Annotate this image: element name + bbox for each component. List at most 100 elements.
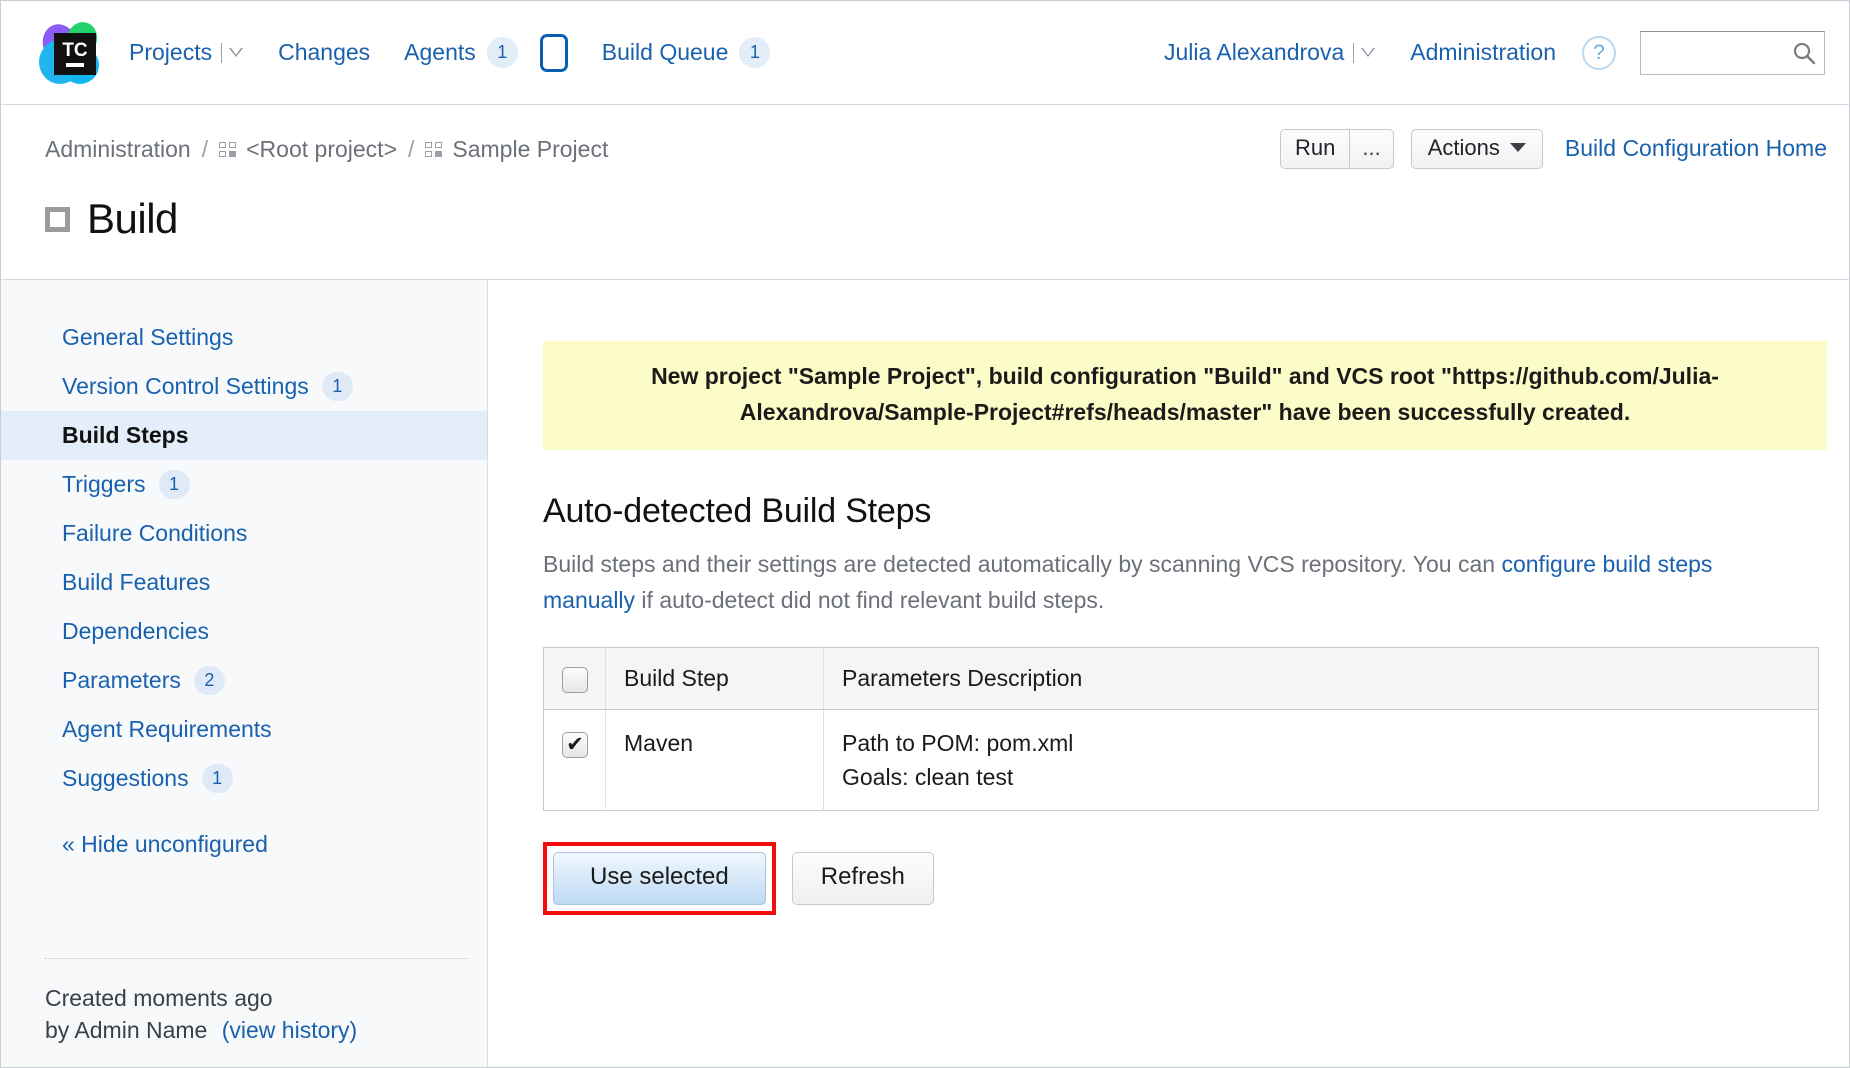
nav-link-administration[interactable]: Administration [1410,39,1556,66]
sidebar-item-label: Dependencies [62,618,209,645]
created-timestamp: Created moments ago [45,982,469,1015]
sidebar-item-dependencies[interactable]: Dependencies [1,607,487,656]
nav-item-agents[interactable]: Agents 1 [404,34,568,72]
build-queue-count-badge: 1 [739,37,770,68]
use-selected-button[interactable]: Use selected [553,852,766,904]
logo-square: TC [54,33,96,75]
run-button[interactable]: Run [1280,129,1349,169]
nav-link-projects[interactable]: Projects [129,39,212,66]
description-text-part2: if auto-detect did not find relevant bui… [635,587,1104,613]
sidebar-footer: Created moments ago by Admin Name (view … [45,958,469,1047]
description-text-part1: Build steps and their settings are detec… [543,551,1501,577]
breadcrumb-separator: / [202,136,208,163]
agents-count-badge: 1 [487,37,518,68]
main-nav: Projects Changes Agents 1 Build Queue 1 [129,34,770,72]
sidebar-item-general-settings[interactable]: General Settings [1,313,487,362]
select-all-checkbox[interactable] [562,667,588,693]
sidebar-item-triggers[interactable]: Triggers 1 [1,460,487,509]
breadcrumb-item-root-project[interactable]: <Root project> [246,136,397,163]
check-icon: ✔ [566,734,584,755]
page-actions: Run ... Actions Build Configuration Home [1280,129,1827,169]
caret-down-icon [1510,143,1526,152]
agent-status-box-icon[interactable] [540,34,568,72]
table-head: Build Step Parameters Description [544,648,1819,710]
nav-link-build-queue[interactable]: Build Queue [602,39,729,66]
grid-icon [219,142,237,158]
sidebar-item-failure-conditions[interactable]: Failure Conditions [1,509,487,558]
breadcrumb-item-administration[interactable]: Administration [45,136,191,163]
run-button-group: Run ... [1280,129,1394,169]
settings-sidebar: General Settings Version Control Setting… [1,280,488,1068]
app-header: TC Projects Changes Agents 1 Build Queue… [1,1,1849,105]
search-box[interactable] [1640,31,1825,75]
sidebar-item-label: Version Control Settings [62,373,309,400]
view-history-link[interactable]: (view history) [222,1017,357,1043]
sidebar-item-label: Failure Conditions [62,520,247,547]
success-notice-banner: New project "Sample Project", build conf… [543,341,1827,450]
sidebar-item-suggestions[interactable]: Suggestions 1 [1,754,487,803]
page-body: General Settings Version Control Setting… [1,280,1849,1068]
run-options-button[interactable]: ... [1349,129,1393,169]
teamcity-page: TC Projects Changes Agents 1 Build Queue… [0,0,1850,1068]
build-configuration-home-link[interactable]: Build Configuration Home [1565,135,1827,162]
sidebar-item-build-features[interactable]: Build Features [1,558,487,607]
table-header-build-step: Build Step [606,648,824,710]
section-heading: Auto-detected Build Steps [543,492,1827,531]
table-row: ✔ Maven Path to POM: pom.xml Goals: clea… [544,710,1819,811]
param-line-1: Path to POM: pom.xml [842,726,1800,760]
created-by-author: by Admin Name [45,1017,207,1043]
nav-item-changes[interactable]: Changes [278,39,370,66]
page-title: Build [45,195,1827,243]
search-input[interactable] [1640,31,1825,75]
table-header-parameters-description: Parameters Description [824,648,1819,710]
grid-icon-2 [425,142,443,158]
help-icon[interactable]: ? [1582,36,1616,70]
row-checkbox-maven[interactable]: ✔ [562,732,588,758]
created-by-line: by Admin Name (view history) [45,1014,469,1047]
breadcrumb-separator-2: / [408,136,414,163]
page-title-text: Build [87,195,178,243]
actions-button[interactable]: Actions [1411,129,1543,169]
user-divider [1353,43,1354,63]
sidebar-item-label: Triggers [62,471,146,498]
nav-divider [221,43,222,63]
sidebar-item-version-control-settings[interactable]: Version Control Settings 1 [1,362,487,411]
build-config-icon [45,207,70,232]
sidebar-item-label: Build Features [62,569,210,596]
nav-item-projects[interactable]: Projects [129,39,244,66]
logo-underscore [66,63,84,67]
table-header-row: Build Step Parameters Description [544,648,1819,710]
sidebar-badge-triggers: 1 [159,470,190,499]
sidebar-badge-version-control: 1 [322,372,353,401]
teamcity-logo-icon[interactable]: TC [37,20,103,86]
sidebar-item-parameters[interactable]: Parameters 2 [1,656,487,705]
nav-item-user[interactable]: Julia Alexandrova [1164,39,1376,66]
table-header-checkbox-cell [544,648,606,710]
user-name-link[interactable]: Julia Alexandrova [1164,39,1344,66]
logo-label: TC [62,41,87,60]
table-body: ✔ Maven Path to POM: pom.xml Goals: clea… [544,710,1819,811]
use-selected-highlight: Use selected [543,842,776,914]
sidebar-badge-parameters: 2 [194,666,225,695]
chevron-down-icon[interactable] [229,48,244,57]
nav-item-build-queue[interactable]: Build Queue 1 [602,37,771,68]
breadcrumb-item-sample-project[interactable]: Sample Project [452,136,608,163]
refresh-button[interactable]: Refresh [792,852,934,904]
hide-unconfigured-link[interactable]: « Hide unconfigured [1,831,487,858]
auto-detected-steps-table: Build Step Parameters Description ✔ Mave… [543,647,1819,811]
sidebar-item-build-steps[interactable]: Build Steps [1,411,487,460]
row-build-step-name: Maven [606,710,824,811]
user-chevron-down-icon[interactable] [1361,48,1376,57]
section-description: Build steps and their settings are detec… [543,547,1793,619]
nav-link-agents[interactable]: Agents [404,39,476,66]
header-right-group: Julia Alexandrova Administration ? [1164,31,1825,75]
nav-link-changes[interactable]: Changes [278,39,370,66]
sidebar-item-agent-requirements[interactable]: Agent Requirements [1,705,487,754]
param-line-2: Goals: clean test [842,760,1800,794]
sidebar-item-label: General Settings [62,324,233,351]
sidebar-badge-suggestions: 1 [202,764,233,793]
sidebar-item-label: Build Steps [62,422,189,449]
actions-button-label: Actions [1428,135,1500,161]
row-parameters-description: Path to POM: pom.xml Goals: clean test [824,710,1819,811]
table-action-buttons: Use selected Refresh [543,842,1827,914]
